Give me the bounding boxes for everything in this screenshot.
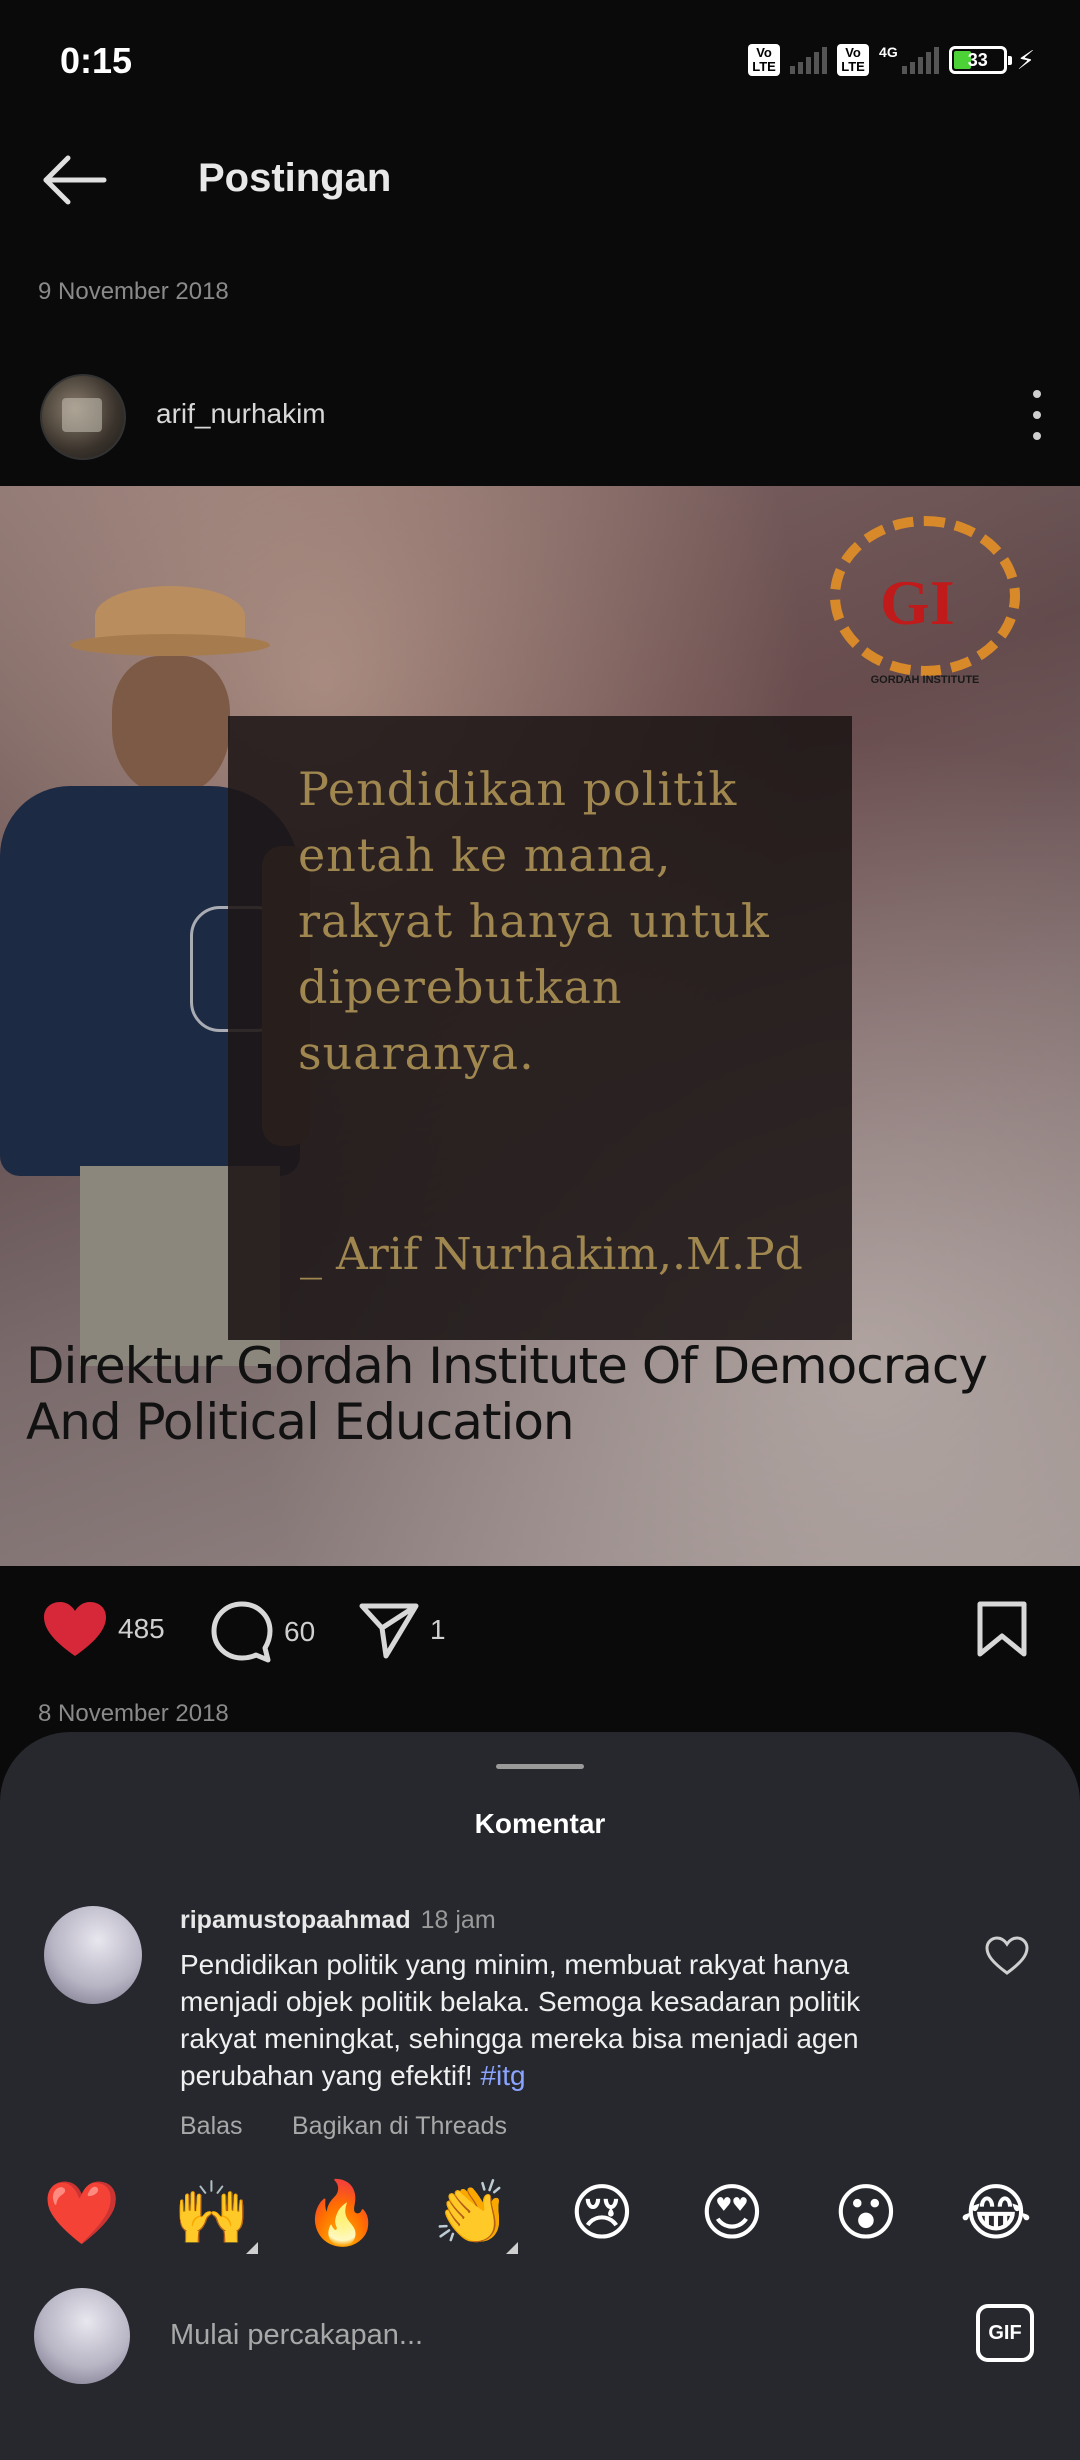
author-username[interactable]: arif_nurhakim [156, 398, 326, 430]
comment-like-button[interactable] [984, 1936, 1030, 1981]
commenter-username[interactable]: ripamustopaahmad 18 jam [180, 1906, 496, 1935]
page-title: Postingan [198, 156, 392, 200]
my-avatar [34, 2288, 130, 2384]
emoji-raised-hands[interactable]: 🙌 [172, 2174, 258, 2254]
back-button[interactable] [40, 150, 110, 210]
reply-button[interactable]: Balas [180, 2112, 243, 2141]
commenter-avatar[interactable] [44, 1906, 142, 2004]
post-actions: 485 60 1 [0, 1586, 1080, 1676]
charging-icon: ⚡ [1016, 44, 1035, 75]
post-date-top: 9 November 2018 [38, 278, 229, 305]
emoji-laughing[interactable]: 😂 [956, 2174, 1036, 2254]
comment-text: Pendidikan politik yang minim, membuat r… [180, 1949, 861, 2091]
share-count: 1 [430, 1614, 446, 1645]
emoji-heart-eyes[interactable]: 😍 [692, 2174, 772, 2254]
emoji-clap[interactable]: 👏 [432, 2174, 518, 2254]
emoji-heart[interactable]: ❤️ [42, 2174, 122, 2254]
post-author-row: arif_nurhakim [0, 360, 1080, 470]
emoji-reaction-bar: ❤️ 🙌 🔥 👏 😢 😍 😮 😂 [0, 2174, 1080, 2254]
post-image[interactable]: Pendidikan politik entah ke mana, rakyat… [0, 486, 1080, 1566]
bookmark-icon [977, 1601, 1027, 1657]
more-options-button[interactable] [1022, 390, 1052, 440]
volte-icon: Vo LTE [748, 44, 781, 76]
like-button[interactable]: 485 [42, 1600, 165, 1658]
quote-author: _ Arif Nurhakim,.M.Pd [300, 1229, 803, 1280]
quote-text: Pendidikan politik entah ke mana, rakyat… [298, 762, 770, 1080]
comment-item: ripamustopaahmad 18 jam Pendidikan politi… [0, 1872, 1080, 2140]
clock: 0:15 [60, 40, 133, 81]
comment-input[interactable]: Mulai percakapan... [170, 2310, 890, 2360]
battery-icon: 33 [948, 46, 1012, 74]
emoji-surprised[interactable]: 😮 [826, 2174, 906, 2254]
send-icon [359, 1603, 419, 1659]
comment-composer: Mulai percakapan... GIF [0, 2280, 1080, 2390]
network-type: 4G [879, 44, 898, 60]
gordah-institute-logo: GI GORDAH INSTITUTE [810, 506, 1040, 696]
comment-count: 60 [284, 1616, 316, 1647]
comment-time: 18 jam [420, 1906, 496, 1934]
heart-outline-icon [985, 1936, 1029, 1975]
image-caption: Direktur Gordah Institute Of Democracy A… [26, 1337, 988, 1451]
quote-box: Pendidikan politik entah ke mana, rakyat… [228, 716, 852, 1340]
comment-button[interactable]: 60 [210, 1600, 315, 1664]
sheet-drag-handle[interactable] [496, 1764, 584, 1769]
signal-icon [790, 46, 828, 74]
volte-icon-2: Vo LTE [837, 44, 870, 76]
heart-filled-icon [44, 1602, 106, 1656]
share-threads-button[interactable]: Bagikan di Threads [292, 2112, 507, 2141]
gif-button[interactable]: GIF [976, 2304, 1034, 2362]
top-app-bar: Postingan [0, 130, 1080, 230]
author-avatar[interactable] [40, 374, 126, 460]
hashtag-link[interactable]: #itg [480, 2060, 525, 2091]
share-button[interactable]: 1 [358, 1600, 446, 1660]
status-bar: 0:15 Vo LTE Vo LTE 4G 33 ⚡ [0, 0, 1080, 130]
emoji-fire[interactable]: 🔥 [302, 2174, 382, 2254]
status-icons: Vo LTE Vo LTE 4G 33 ⚡ [748, 44, 1035, 76]
comment-icon [211, 1601, 273, 1663]
arrow-left-icon [43, 155, 107, 205]
signal-icon-2 [901, 46, 939, 74]
post-date-bottom: 8 November 2018 [38, 1700, 229, 1727]
save-button[interactable] [976, 1600, 1028, 1658]
sheet-title: Komentar [474, 1808, 606, 1839]
battery-level: 33 [967, 49, 988, 70]
emoji-crying[interactable]: 😢 [562, 2174, 642, 2254]
like-count: 485 [118, 1613, 165, 1644]
comments-sheet: Komentar ripamustopaahmad 18 jam Pendidik… [0, 1732, 1080, 2460]
